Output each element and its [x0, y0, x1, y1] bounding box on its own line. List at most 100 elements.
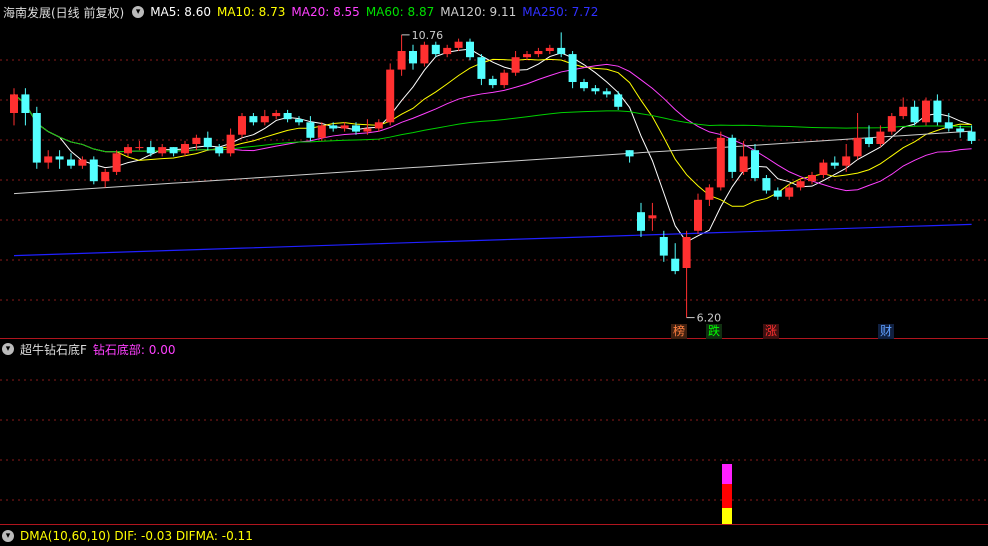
candle-body [614, 94, 623, 107]
candle-body [158, 147, 167, 154]
candle-body [317, 125, 326, 138]
candle-body [694, 199, 702, 231]
candle-body [124, 147, 132, 154]
candle-body [842, 156, 851, 166]
candle-body [728, 137, 737, 172]
candle-body [431, 44, 440, 55]
candle-body [568, 54, 577, 82]
candle-body [260, 116, 269, 123]
candle-body [443, 47, 452, 55]
dma-indicator: DMA(10,60,10) DIF: -0.03 DIFMA: -0.11 [20, 529, 253, 543]
candle-body [283, 113, 292, 120]
candle-body [454, 41, 463, 48]
candle-body [762, 178, 771, 191]
badge-text: 涨 [764, 324, 777, 338]
candle-body [876, 131, 885, 144]
diamond-bottom-bar [722, 464, 732, 484]
candle-body [466, 41, 474, 58]
candle-body [112, 153, 121, 172]
candle-body [819, 162, 828, 175]
candle-body [295, 119, 303, 123]
candle-body [488, 78, 497, 86]
candle-body [386, 69, 395, 123]
candle-body [477, 57, 486, 79]
candle-body [808, 175, 816, 182]
candle-body [169, 147, 178, 154]
candle-body [671, 258, 680, 272]
candle-body [146, 147, 155, 154]
candle-body [374, 122, 383, 129]
diamond-bottom-value: 钻石底部: 0.00 [92, 342, 176, 357]
badge-zhang[interactable]: 涨 [763, 324, 779, 339]
panel3-legend: ▾ DMA(10,60,10) DIF: -0.03 DIFMA: -0.11 [0, 526, 259, 546]
ma60-line [13, 94, 972, 153]
candle-body [682, 237, 691, 268]
candle-body [329, 125, 338, 129]
candle-body [545, 47, 554, 51]
diamond-bottom-bar [722, 484, 732, 508]
candle-body [21, 94, 30, 113]
candle-body [580, 82, 588, 89]
candle-body [67, 159, 75, 166]
candle-body [32, 113, 41, 163]
candle-body [853, 137, 862, 157]
candle-body [192, 137, 201, 144]
candle-body [420, 44, 429, 64]
candle-body [409, 51, 417, 64]
candle-body [203, 137, 212, 148]
candle-body [967, 131, 976, 141]
candle-body [181, 144, 189, 154]
panel2-legend: ▾ 超牛钻石底F 钻石底部: 0.00 [0, 339, 181, 359]
candle-body [785, 187, 794, 197]
candle-body [78, 159, 87, 166]
badge-die[interactable]: 跌 [706, 324, 722, 339]
candle-body [352, 125, 360, 132]
candle-body [226, 134, 235, 154]
panel-divider [0, 524, 988, 525]
candle-body [648, 215, 657, 219]
kline-chart[interactable]: 10.76 6.20 [0, 0, 988, 536]
candle-body [272, 113, 281, 117]
chevron-down-icon[interactable]: ▾ [2, 343, 14, 355]
badge-text: 榜 [672, 324, 685, 338]
chevron-down-icon[interactable]: ▾ [2, 530, 14, 542]
candle-body [716, 137, 725, 188]
candle-body [89, 159, 98, 182]
candle-body [899, 106, 908, 117]
candle-body [101, 171, 110, 182]
candle-body [602, 91, 611, 95]
candle-body [363, 128, 372, 132]
candle-body [591, 88, 600, 92]
candle-body [773, 190, 782, 197]
candle-body [55, 156, 64, 160]
candle-body [135, 147, 144, 149]
candle-body [637, 212, 645, 231]
badge-cai[interactable]: 财 [878, 324, 894, 339]
candle-body [956, 128, 965, 132]
badge-text: 跌 [707, 324, 720, 338]
badge-text: 财 [879, 324, 892, 338]
candle-body [796, 181, 805, 188]
candle-body [215, 147, 224, 154]
candle-body [306, 122, 315, 138]
candle-body [739, 156, 748, 172]
candle-body [865, 137, 873, 144]
badge-bang[interactable]: 榜 [671, 324, 687, 339]
candle-body [705, 187, 714, 200]
candle-body [910, 106, 919, 123]
candle-body [340, 125, 349, 129]
ma250-line [13, 223, 972, 257]
candle-body [887, 116, 896, 132]
candle-body [249, 116, 258, 123]
candle-body [238, 116, 246, 135]
candle-body [500, 72, 509, 86]
candle-body [625, 150, 634, 157]
candle-body [534, 51, 543, 55]
candle-body [44, 156, 53, 163]
panel2-title: 超牛钻石底F [20, 342, 87, 357]
candle-body [751, 150, 759, 179]
candle-body [10, 94, 18, 113]
candle-body [397, 51, 406, 70]
candle-body [830, 162, 839, 166]
diamond-bottom-bar [722, 508, 732, 524]
